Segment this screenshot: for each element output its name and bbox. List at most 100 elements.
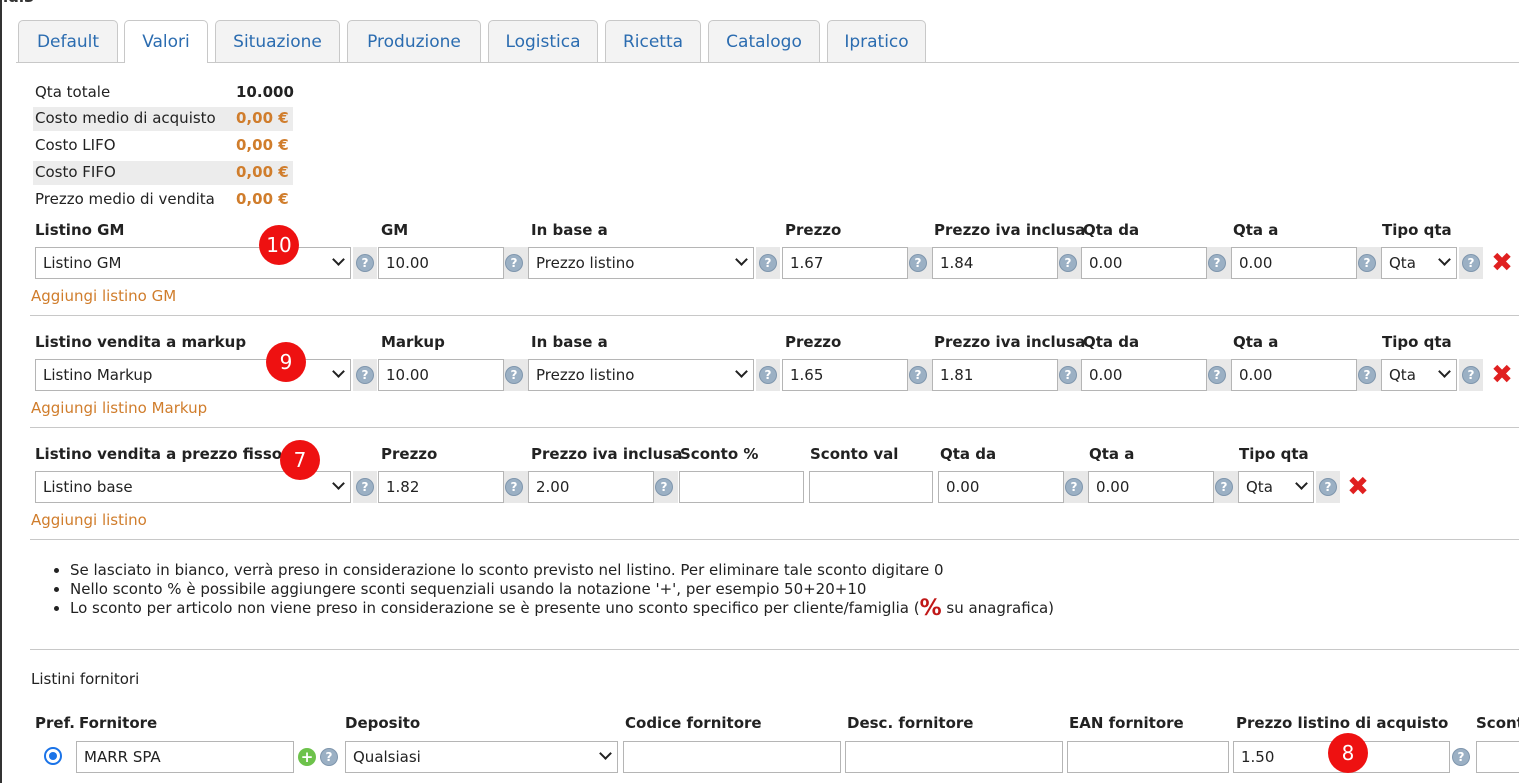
markup-qta-a-input[interactable]: 0.00	[1231, 359, 1357, 391]
markup-qta-da-input[interactable]: 0.00	[1081, 359, 1207, 391]
help-icon[interactable]: ?	[1065, 478, 1083, 496]
chevron-down-icon	[1295, 477, 1308, 490]
fisso-qta-a-input[interactable]: 0.00	[1088, 471, 1214, 503]
markup-tipo-qta-select[interactable]: Qta	[1381, 359, 1457, 391]
costo-lifo-value: 0,00 €	[236, 136, 289, 154]
tab-valori[interactable]: Valori	[124, 20, 208, 63]
divider	[30, 315, 1519, 316]
gm-header-prezzo-iva: Prezzo iva inclusa	[934, 221, 1086, 239]
delete-icon[interactable]: ✖	[1490, 250, 1514, 276]
annotation-badge: 7	[280, 440, 320, 480]
markup-prezzo-iva-input[interactable]: 1.81	[932, 359, 1058, 391]
chevron-down-icon	[1438, 253, 1451, 266]
add-listino-markup-link[interactable]: Aggiungi listino Markup	[31, 399, 207, 417]
fisso-qta-da-input[interactable]: 0.00	[938, 471, 1064, 503]
fisso-sconto-pct-input[interactable]	[679, 471, 804, 503]
help-icon[interactable]: ?	[1319, 478, 1337, 496]
help-icon[interactable]: ?	[1059, 366, 1077, 384]
help-icon[interactable]: ?	[1462, 366, 1480, 384]
help-icon[interactable]: ?	[1452, 748, 1470, 766]
help-icon[interactable]: ?	[505, 366, 523, 384]
help-icon[interactable]: ?	[1358, 254, 1376, 272]
gm-qta-da-input[interactable]: 0.00	[1081, 247, 1207, 279]
help-icon[interactable]: ?	[356, 254, 374, 272]
tab-logistica[interactable]: Logistica	[488, 20, 598, 62]
prezzo-medio-value: 0,00 €	[236, 190, 289, 208]
sconto-input[interactable]	[1476, 741, 1519, 773]
gm-header-qta-a: Qta a	[1233, 221, 1279, 239]
fisso-prezzo-iva-input[interactable]: 2.00	[528, 471, 654, 503]
help-icon[interactable]: ?	[759, 366, 777, 384]
help-icon[interactable]: ?	[1059, 254, 1077, 272]
help-icon[interactable]: ?	[655, 478, 673, 496]
fisso-tipo-qta-select[interactable]: Qta	[1238, 471, 1314, 503]
percent-icon[interactable]: %	[920, 598, 942, 620]
gm-tipo-qta-select[interactable]: Qta	[1381, 247, 1457, 279]
gm-listino-select[interactable]: Listino GM	[35, 247, 351, 279]
gm-prezzo-input[interactable]: 1.67	[782, 247, 908, 279]
window-border	[0, 0, 2, 783]
note-item: Lo sconto per articolo non viene preso i…	[70, 598, 1054, 620]
annotation-badge: 10	[259, 225, 299, 265]
gm-qta-a-input[interactable]: 0.00	[1231, 247, 1357, 279]
tab-situazione[interactable]: Situazione	[215, 20, 340, 62]
fisso-prezzo-input[interactable]: 1.82	[378, 471, 504, 503]
chevron-down-icon	[735, 365, 748, 378]
help-icon[interactable]: ?	[505, 478, 523, 496]
deposito-select[interactable]: Qualsiasi	[345, 741, 618, 773]
fornitori-header-pref: Pref.	[35, 714, 75, 732]
add-supplier-icon[interactable]: +	[298, 748, 316, 766]
help-icon[interactable]: ?	[909, 254, 927, 272]
help-icon[interactable]: ?	[1208, 254, 1226, 272]
add-listino-gm-link[interactable]: Aggiungi listino GM	[31, 287, 176, 305]
gm-header-in-base-a: In base a	[531, 221, 608, 239]
help-icon[interactable]: ?	[320, 748, 338, 766]
delete-icon[interactable]: ✖	[1490, 362, 1514, 388]
tab-ricetta[interactable]: Ricetta	[605, 20, 701, 62]
markup-header-listino: Listino vendita a markup	[35, 333, 247, 351]
help-icon[interactable]: ?	[1208, 366, 1226, 384]
help-icon[interactable]: ?	[356, 478, 374, 496]
fornitori-header-sconto: Scont	[1476, 714, 1519, 732]
pref-radio[interactable]	[44, 747, 62, 765]
gm-prezzo-iva-input[interactable]: 1.84	[932, 247, 1058, 279]
markup-tipo-qta-value: Qta	[1389, 366, 1416, 384]
fisso-sconto-val-input[interactable]	[809, 471, 933, 503]
help-icon[interactable]: ?	[1462, 254, 1480, 272]
desc-fornitore-input[interactable]	[845, 741, 1063, 773]
codice-fornitore-input[interactable]	[623, 741, 841, 773]
help-icon[interactable]: ?	[505, 254, 523, 272]
gm-tipo-qta-value: Qta	[1389, 254, 1416, 272]
markup-in-base-a-select[interactable]: Prezzo listino	[528, 359, 754, 391]
add-listino-link[interactable]: Aggiungi listino	[31, 511, 147, 529]
markup-value-input[interactable]: 10.00	[378, 359, 504, 391]
tab-default[interactable]: Default	[18, 20, 118, 62]
help-icon[interactable]: ?	[759, 254, 777, 272]
costo-medio-value: 0,00 €	[236, 109, 289, 127]
note-text: su anagrafica)	[941, 599, 1054, 617]
ean-fornitore-input[interactable]	[1067, 741, 1229, 773]
markup-prezzo-input[interactable]: 1.65	[782, 359, 908, 391]
help-icon[interactable]: ?	[1215, 478, 1233, 496]
fisso-header-tipo-qta: Tipo qta	[1239, 445, 1309, 463]
help-icon[interactable]: ?	[356, 366, 374, 384]
markup-header-qta-da: Qta da	[1083, 333, 1140, 351]
notes-list: Se lasciato in bianco, verrà preso in co…	[70, 561, 1054, 620]
prezzo-medio-label: Prezzo medio di vendita	[35, 190, 215, 208]
markup-listino-value: Listino Markup	[43, 366, 153, 384]
delete-icon[interactable]: ✖	[1346, 474, 1370, 500]
tab-ipratico[interactable]: Ipratico	[827, 20, 926, 62]
chevron-down-icon	[332, 365, 345, 378]
tab-produzione[interactable]: Produzione	[347, 20, 481, 62]
gm-in-base-a-select[interactable]: Prezzo listino	[528, 247, 754, 279]
help-icon[interactable]: ?	[909, 366, 927, 384]
qta-totale-value: 10.000	[236, 83, 294, 101]
fisso-header-prezzo: Prezzo	[381, 445, 438, 463]
help-icon[interactable]: ?	[1358, 366, 1376, 384]
gm-listino-value: Listino GM	[43, 254, 122, 272]
fornitore-input[interactable]: MARR SPA	[76, 741, 294, 773]
fisso-header-sconto-val: Sconto val	[810, 445, 899, 463]
gm-value-input[interactable]: 10.00	[378, 247, 504, 279]
gm-header-gm: GM	[381, 221, 409, 239]
tab-catalogo[interactable]: Catalogo	[708, 20, 820, 62]
